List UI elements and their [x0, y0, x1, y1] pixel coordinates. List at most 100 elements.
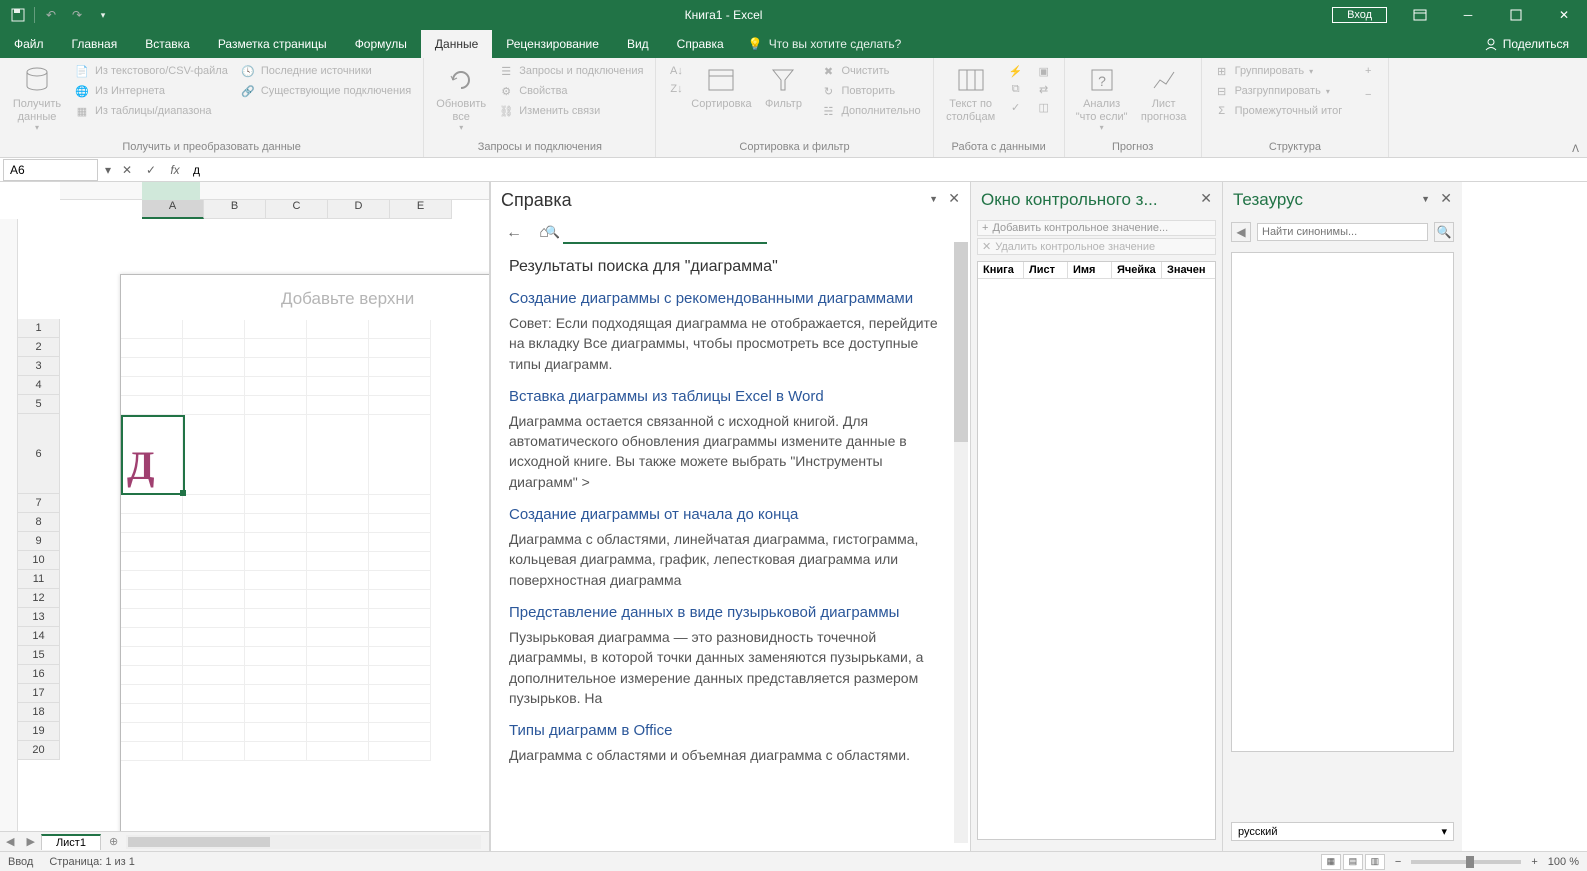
cell[interactable] [307, 590, 369, 609]
cell[interactable] [369, 320, 431, 339]
cell[interactable] [183, 609, 245, 628]
cell[interactable] [307, 647, 369, 666]
tab-help[interactable]: Справка [663, 30, 738, 58]
row-header[interactable]: 20 [18, 741, 60, 760]
row-header[interactable]: 9 [18, 532, 60, 551]
cell[interactable] [121, 495, 183, 514]
cell[interactable] [245, 590, 307, 609]
help-result-link[interactable]: Создание диаграммы от начала до конца [509, 506, 952, 523]
cell[interactable] [183, 339, 245, 358]
zoom-out-button[interactable]: − [1395, 856, 1401, 868]
name-box-dropdown-icon[interactable]: ▾ [101, 163, 115, 177]
collapse-ribbon-icon[interactable]: ᐱ [1572, 144, 1579, 155]
thesaurus-back-icon[interactable]: ◀ [1231, 222, 1251, 242]
cancel-icon[interactable]: ✕ [115, 159, 139, 181]
remove-dup-button[interactable]: ⧉ [1004, 80, 1028, 98]
cell[interactable] [369, 685, 431, 704]
thesaurus-language-select[interactable]: русский ▾ [1231, 822, 1454, 841]
ribbon-display-options-icon[interactable] [1397, 0, 1443, 30]
cell[interactable] [245, 609, 307, 628]
cell[interactable] [369, 514, 431, 533]
cell[interactable] [121, 320, 183, 339]
new-sheet-icon[interactable]: ⊕ [109, 835, 118, 848]
what-if-button[interactable]: ? Анализ "что если"▾ [1073, 62, 1131, 134]
help-result-link[interactable]: Типы диаграмм в Office [509, 722, 952, 739]
help-pane-close-icon[interactable]: ✕ [948, 190, 960, 207]
watch-pane-close-icon[interactable]: ✕ [1200, 190, 1212, 207]
cell[interactable] [245, 704, 307, 723]
thesaurus-options-icon[interactable]: ▼ [1421, 194, 1430, 204]
watch-grid[interactable]: Книга Лист Имя Ячейка Значен [977, 261, 1216, 840]
cell[interactable] [307, 377, 369, 396]
horizontal-ruler[interactable] [60, 182, 489, 200]
cell[interactable] [307, 358, 369, 377]
cell[interactable] [183, 415, 245, 495]
scroll-thumb[interactable] [128, 837, 270, 847]
tab-nav-prev-icon[interactable]: ◀ [0, 835, 20, 848]
zoom-in-button[interactable]: + [1531, 856, 1537, 868]
enter-icon[interactable]: ✓ [139, 159, 163, 181]
cell[interactable] [183, 377, 245, 396]
help-result-link[interactable]: Представление данных в виде пузырьковой … [509, 604, 952, 621]
cell[interactable] [183, 685, 245, 704]
row-header[interactable]: 19 [18, 722, 60, 741]
cell[interactable] [121, 628, 183, 647]
cell[interactable] [369, 723, 431, 742]
cell[interactable] [307, 552, 369, 571]
fill-handle[interactable] [180, 490, 186, 496]
row-header[interactable]: 15 [18, 646, 60, 665]
cell[interactable] [245, 666, 307, 685]
cell[interactable] [307, 628, 369, 647]
cell[interactable] [121, 647, 183, 666]
cell[interactable] [369, 339, 431, 358]
view-pagebreak-icon[interactable]: ▥ [1365, 854, 1385, 870]
undo-icon[interactable]: ↶ [39, 3, 63, 27]
zoom-percent[interactable]: 100 % [1548, 856, 1579, 868]
row-header[interactable]: 6 [18, 414, 60, 494]
tab-review[interactable]: Рецензирование [492, 30, 613, 58]
cell[interactable] [369, 704, 431, 723]
redo-icon[interactable]: ↷ [65, 3, 89, 27]
tab-nav-next-icon[interactable]: ▶ [20, 835, 40, 848]
edit-links-button[interactable]: ⛓Изменить связи [494, 102, 647, 120]
watch-col[interactable]: Ячейка [1112, 262, 1162, 278]
cell[interactable] [245, 552, 307, 571]
cell[interactable] [369, 377, 431, 396]
row-header[interactable]: 17 [18, 684, 60, 703]
existing-conn-button[interactable]: 🔗Существующие подключения [236, 82, 415, 100]
sort-button[interactable]: Сортировка [692, 62, 750, 113]
cell[interactable] [183, 396, 245, 415]
cell[interactable] [369, 495, 431, 514]
cell[interactable] [121, 533, 183, 552]
cell[interactable] [183, 571, 245, 590]
get-data-button[interactable]: Получить данные▾ [8, 62, 66, 134]
grid[interactable]: Добавьте верхни Д [60, 219, 489, 831]
cell[interactable] [121, 377, 183, 396]
cell[interactable] [245, 514, 307, 533]
cell[interactable] [369, 628, 431, 647]
cell[interactable] [369, 396, 431, 415]
cell[interactable] [307, 723, 369, 742]
cell[interactable] [183, 742, 245, 761]
cell[interactable] [245, 533, 307, 552]
cell[interactable] [183, 723, 245, 742]
cell[interactable] [183, 590, 245, 609]
help-search-input[interactable] [563, 223, 767, 244]
help-pane-options-icon[interactable]: ▼ [929, 194, 938, 204]
tab-data[interactable]: Данные [421, 30, 492, 58]
cell[interactable] [307, 533, 369, 552]
cell[interactable] [245, 377, 307, 396]
cell[interactable] [307, 495, 369, 514]
minimize-icon[interactable]: ─ [1445, 0, 1491, 30]
cell[interactable] [121, 396, 183, 415]
cell[interactable] [369, 742, 431, 761]
row-header[interactable]: 12 [18, 589, 60, 608]
from-table-button[interactable]: ▦Из таблицы/диапазона [70, 102, 232, 120]
thesaurus-close-icon[interactable]: ✕ [1440, 190, 1452, 207]
cell[interactable] [369, 666, 431, 685]
col-header-a[interactable]: A [142, 200, 204, 219]
cell[interactable] [121, 742, 183, 761]
cell[interactable] [183, 666, 245, 685]
cell[interactable] [121, 666, 183, 685]
refresh-all-button[interactable]: Обновить все▾ [432, 62, 490, 134]
